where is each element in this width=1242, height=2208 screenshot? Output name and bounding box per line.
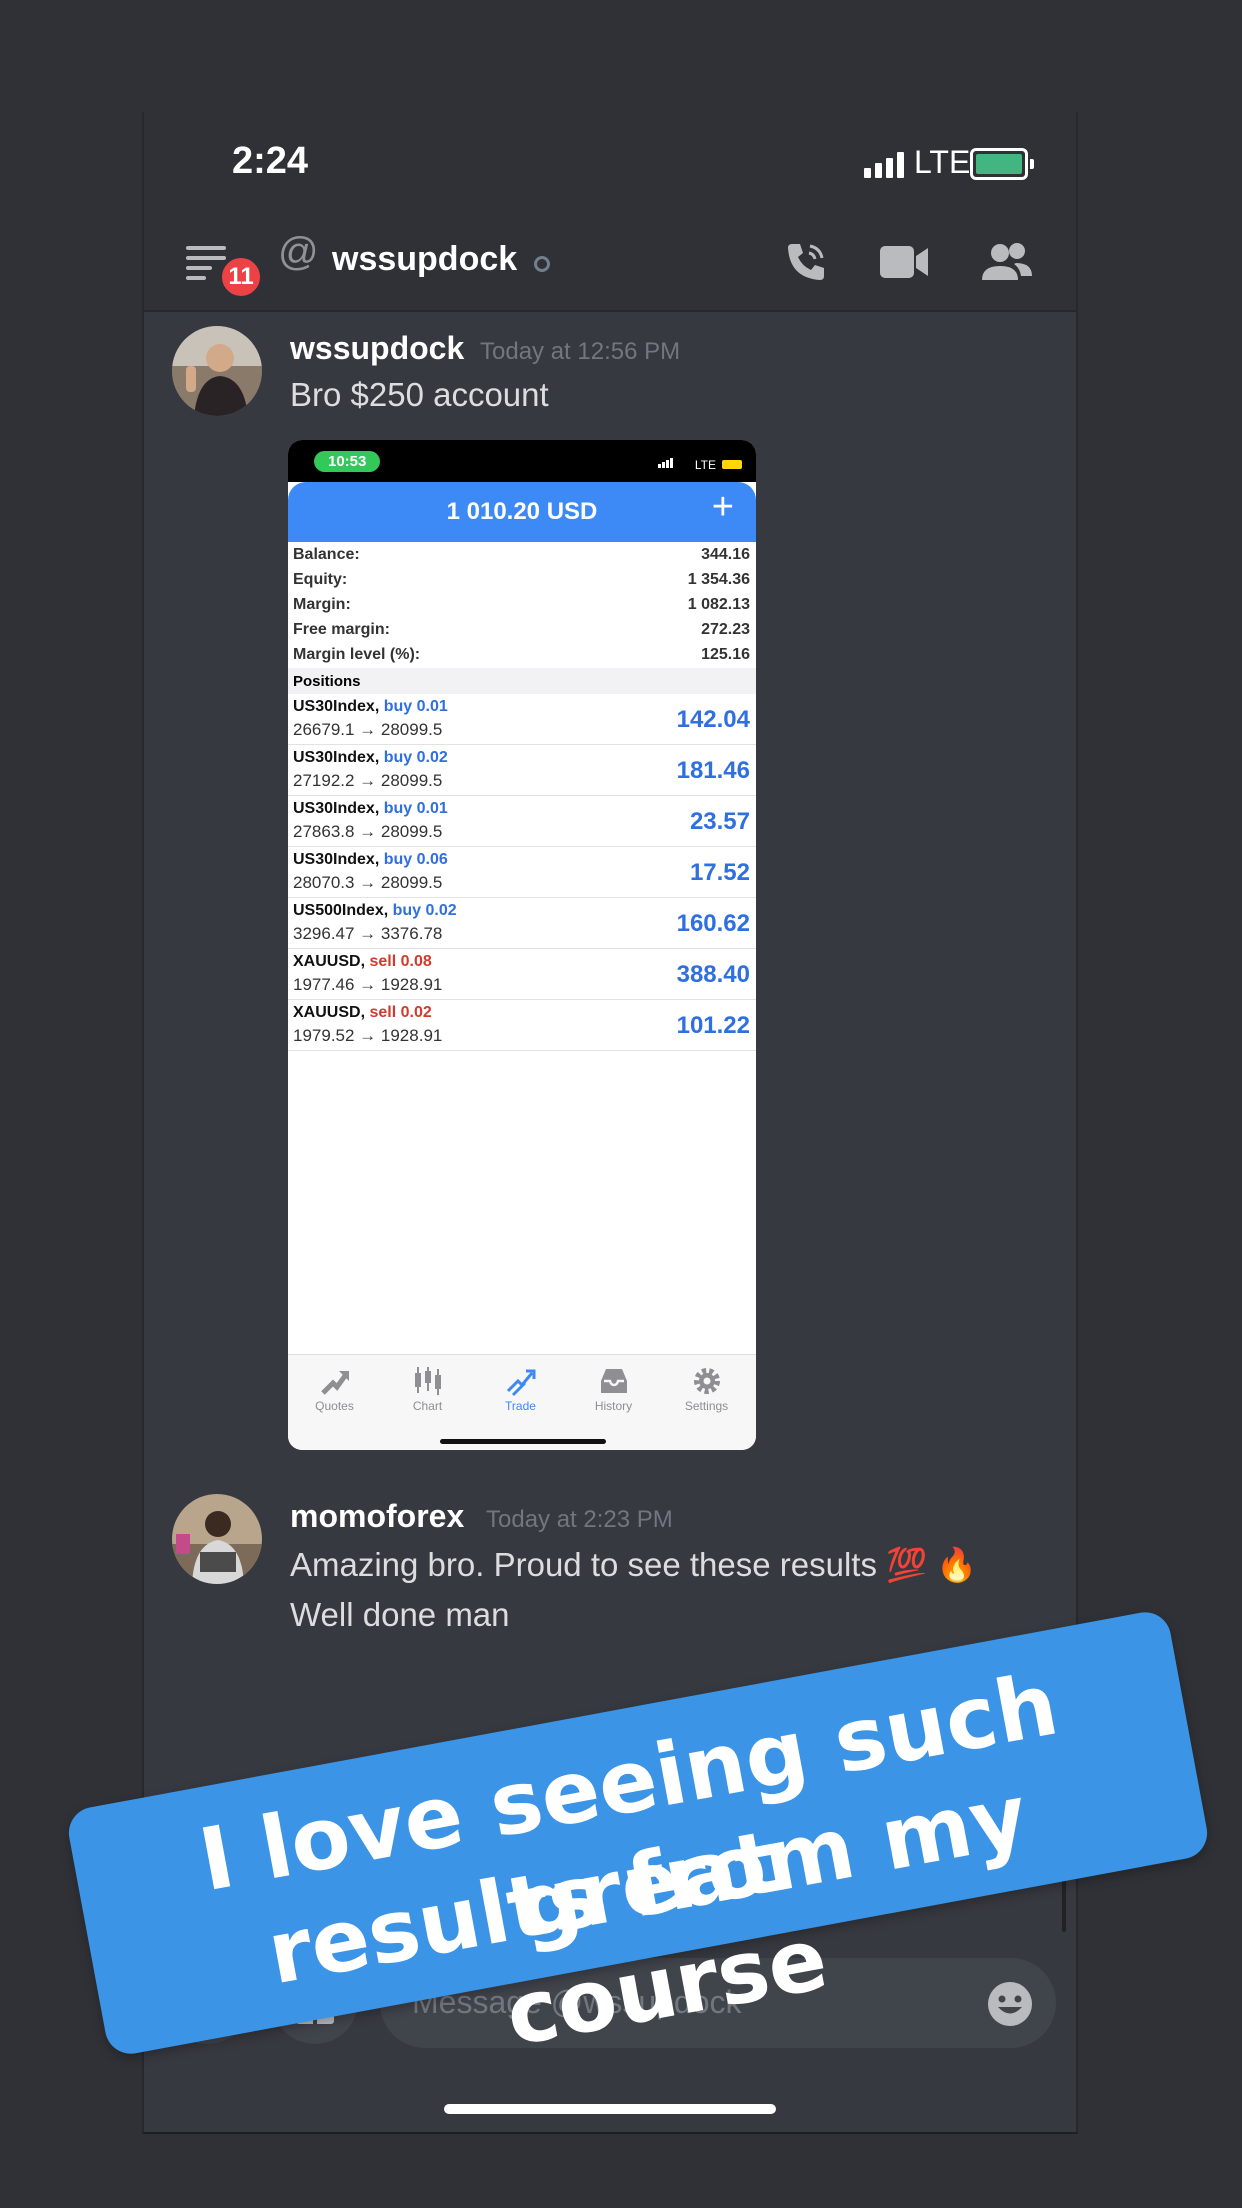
tab-trade: Trade: [474, 1363, 567, 1413]
avatar-image: [172, 326, 262, 416]
position-row: US500Index, buy 0.02 3296.47 → 3376.78 1…: [288, 898, 756, 949]
channel-name: wssupdock: [332, 240, 518, 278]
position-row: US30Index, buy 0.02 27192.2 → 28099.5 18…: [288, 745, 756, 796]
call-icon[interactable]: [782, 238, 830, 286]
at-icon: @: [278, 230, 319, 274]
tab-settings: Settings: [660, 1363, 753, 1413]
position-row: US30Index, buy 0.06 28070.3 → 28099.5 17…: [288, 847, 756, 898]
avatar[interactable]: [172, 1494, 262, 1584]
attachment-tab-bar: Quotes Chart Trade History Settings: [288, 1354, 756, 1450]
battery-icon: [722, 460, 742, 469]
status-time: 2:24: [232, 140, 309, 182]
trade-icon: [506, 1369, 535, 1397]
signal-icon: [658, 458, 673, 468]
signal-icon: [864, 152, 904, 178]
account-summary: Balance: 344.16 Equity: 1 354.36 Margin: 1 …: [288, 542, 756, 667]
video-icon[interactable]: [880, 244, 930, 280]
message-text: Amazing bro. Proud to see these results …: [290, 1546, 978, 1583]
quotes-icon: [320, 1371, 349, 1395]
network-label: LTE: [914, 144, 971, 180]
chart-icon: [414, 1367, 441, 1395]
tab-quotes: Quotes: [288, 1363, 381, 1413]
position-row: XAUUSD, sell 0.08 1977.46 → 1928.91 388.…: [288, 949, 756, 1000]
attachment-status-time: 10:53: [314, 451, 381, 472]
balance-total: 1 010.20 USD: [446, 498, 598, 525]
message-timestamp: Today at 12:56 PM: [480, 338, 681, 365]
account-row: Balance: 344.16: [293, 546, 750, 563]
tab-chart: Chart: [381, 1363, 474, 1413]
offline-status-icon: [534, 256, 550, 272]
attachment-home-indicator: [440, 1439, 606, 1444]
balance-bar: 1 010.20 USD +: [288, 482, 756, 542]
emoji-icon[interactable]: [986, 1980, 1034, 2028]
history-icon: [600, 1369, 627, 1393]
tab-history: History: [567, 1363, 660, 1413]
message-text: Bro $250 account: [290, 376, 549, 413]
message-author[interactable]: wssupdock: [290, 330, 464, 367]
account-row: Equity: 1 354.36: [293, 571, 750, 588]
unread-badge: 11: [218, 254, 264, 300]
plus-icon[interactable]: +: [712, 486, 734, 529]
positions-header: Positions: [288, 668, 756, 694]
members-icon[interactable]: [980, 242, 1034, 282]
positions-list: US30Index, buy 0.01 26679.1 → 28099.5 14…: [288, 694, 756, 1051]
attachment-network: LTE: [694, 458, 716, 472]
avatar-image: [172, 1494, 262, 1584]
attachment-screenshot[interactable]: 10:53 LTE 1 010.20 USD + Balance: 344.16 …: [288, 440, 756, 1450]
position-row: US30Index, buy 0.01 27863.8 → 28099.5 23…: [288, 796, 756, 847]
account-row: Margin: 1 082.13: [293, 596, 750, 613]
message-author[interactable]: momoforex: [290, 1498, 464, 1535]
home-indicator: [444, 2104, 776, 2114]
message-text: Well done man: [290, 1596, 510, 1633]
battery-icon: [970, 148, 1034, 180]
account-row: Margin level (%): 125.16: [293, 646, 750, 663]
channel-header: 11 @ wssupdock: [144, 212, 1076, 312]
avatar[interactable]: [172, 326, 262, 416]
position-row: XAUUSD, sell 0.02 1979.52 → 1928.91 101.…: [288, 1000, 756, 1051]
gear-icon: [693, 1368, 720, 1394]
status-bar: 2:24 LTE: [144, 112, 1076, 212]
message-timestamp: Today at 2:23 PM: [486, 1506, 673, 1533]
position-row: US30Index, buy 0.01 26679.1 → 28099.5 14…: [288, 694, 756, 745]
account-row: Free margin: 272.23: [293, 621, 750, 638]
attachment-status-bar: 10:53 LTE: [288, 440, 756, 482]
